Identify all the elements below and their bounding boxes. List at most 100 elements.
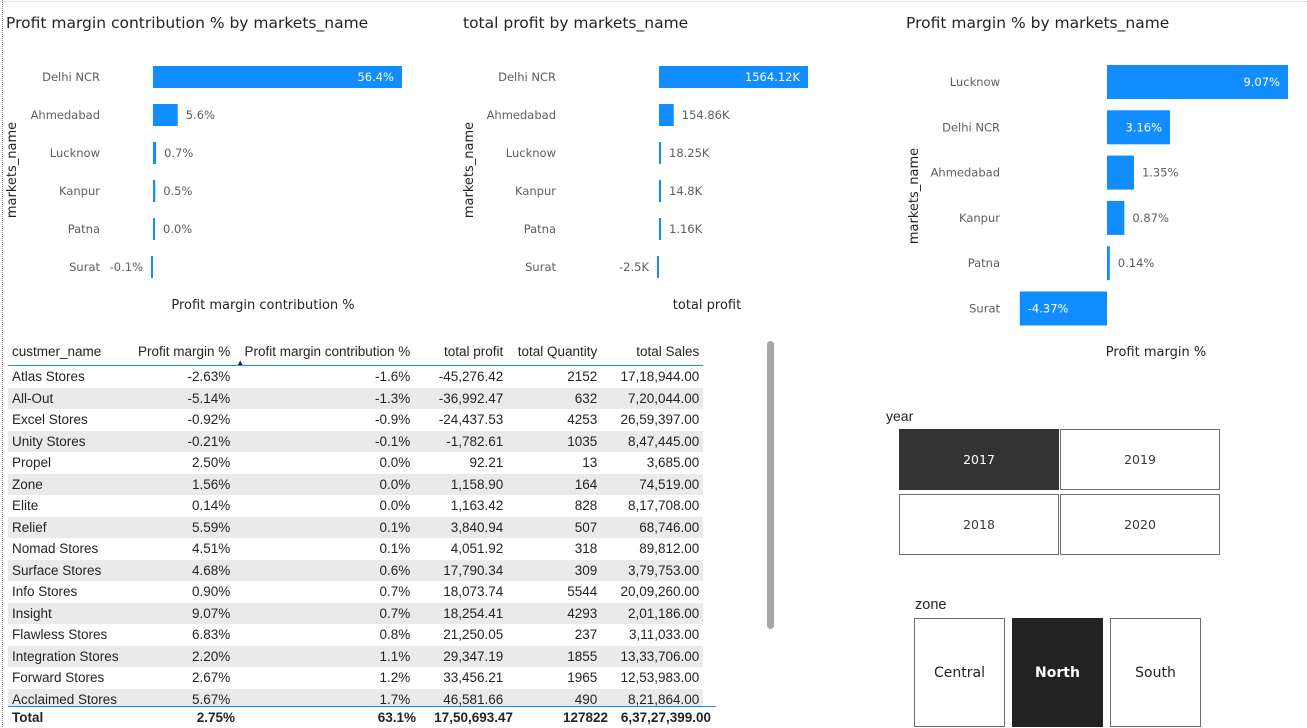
total-contribution: 63.1%	[377, 710, 416, 725]
bar	[659, 180, 661, 202]
table-row[interactable]: Propel 2.50% 0.0% 92.21 13 3,685.00	[8, 452, 703, 474]
column-header-total-profit[interactable]: total profit	[414, 338, 507, 366]
x-axis-title: Profit margin %	[1106, 345, 1206, 360]
column-header-customer[interactable]: custmer_name	[8, 338, 134, 366]
cell-customer: Atlas Stores	[12, 369, 85, 385]
category-label: Kanpur	[959, 211, 1000, 225]
year-option-2019[interactable]: 2019	[1060, 429, 1220, 490]
chart-profit-margin-contribution[interactable]: Profit margin contribution % by markets_…	[0, 0, 440, 320]
cell-contribution: -1.3%	[234, 387, 415, 409]
table-row[interactable]: Forward Stores 2.67% 1.2% 33,456.21 1965 12,5…	[8, 667, 703, 689]
cell-total-profit: 92.21	[469, 455, 504, 471]
table-row[interactable]: Atlas Stores -2.63% -1.6% -45,276.42 2152 17,…	[8, 366, 703, 388]
cell-customer: Excel Stores	[12, 412, 88, 428]
year-option-2020[interactable]: 2020	[1060, 494, 1220, 555]
data-label: -2.5K	[619, 260, 649, 274]
cell-total-sales: 68,746.00	[601, 516, 704, 538]
cell-contribution: 0.7%	[234, 602, 415, 624]
category-label: Patna	[68, 222, 100, 236]
customer-table[interactable]: custmer_name Profit margin % Profit marg…	[8, 338, 718, 727]
bar	[1107, 155, 1134, 190]
cell-total-sales: 26,59,397.00	[620, 412, 700, 428]
cell-total-sales: 17,18,944.00	[620, 369, 700, 385]
chart-profit-margin[interactable]: Profit margin % by markets_name Lucknow 9…	[900, 0, 1300, 370]
category-label: Surat	[69, 260, 100, 274]
cell-total-quantity: 309	[507, 559, 602, 581]
cell-customer: Nomad Stores	[12, 541, 99, 557]
total-quantity: 127822	[562, 710, 608, 725]
table-row[interactable]: Zone 1.56% 0.0% 1,158.90 164 74,519.00	[8, 473, 704, 495]
cell-contribution: 0.8%	[379, 627, 411, 643]
cell-customer: Zone	[8, 473, 134, 495]
cell-total-sales: 89,812.00	[639, 541, 700, 557]
category-label: Lucknow	[50, 146, 100, 160]
category-label: Patna	[524, 222, 556, 236]
table-row[interactable]: Surface Stores 4.68% 0.6% 17,790.34 309 3,79,…	[8, 559, 704, 581]
cell-profit-margin: 9.07%	[134, 602, 235, 624]
bar	[1107, 246, 1110, 281]
y-axis-title: markets_name	[5, 122, 20, 218]
bar	[659, 218, 661, 240]
data-label: 0.87%	[1132, 211, 1169, 225]
column-header-total-quantity[interactable]: total Quantity	[507, 338, 601, 366]
data-label: 1.16K	[669, 222, 703, 236]
year-option-2017[interactable]: 2017	[899, 429, 1059, 490]
cell-profit-margin: -5.14%	[134, 387, 235, 409]
cell-customer: Info Stores	[12, 584, 78, 600]
table-row[interactable]: Elite 0.14% 0.0% 1,163.42 828 8,17,708.00	[8, 495, 703, 517]
table-row[interactable]: Insight 9.07% 0.7% 18,254.41 4293 2,01,186.00	[8, 602, 704, 624]
year-slicer-title: year	[886, 408, 914, 424]
bar	[659, 104, 674, 126]
column-header-contribution[interactable]: Profit margin contribution % ▲	[234, 338, 414, 367]
table-row[interactable]: Nomad Stores 4.51% 0.1% 4,051.92 318 89,812.0…	[8, 538, 703, 560]
cell-profit-margin: 4.68%	[134, 559, 235, 581]
data-label: 0.14%	[1118, 256, 1155, 270]
cell-total-quantity: 5544	[567, 584, 598, 600]
table-row[interactable]: Integration Stores 2.20% 1.1% 29,347.19 1855…	[8, 645, 704, 667]
table-scrollbar[interactable]	[767, 341, 774, 629]
cell-profit-margin: 1.56%	[134, 473, 235, 495]
column-header-total-sales[interactable]: total Sales	[601, 338, 703, 366]
cell-total-sales: 74,519.00	[601, 473, 704, 495]
cell-contribution: 0.0%	[379, 455, 411, 471]
table-header-row: custmer_name Profit margin % Profit marg…	[8, 338, 704, 367]
category-label: Surat	[525, 260, 556, 274]
data-label: -4.37%	[1028, 302, 1069, 316]
data-label: 0.0%	[163, 222, 192, 236]
table-row[interactable]: Unity Stores -0.21% -0.1% -1,782.61 1035 8,47…	[8, 430, 704, 452]
bar	[1107, 200, 1125, 235]
cell-total-sales: 3,11,033.00	[628, 627, 700, 643]
cell-contribution: 1.1%	[234, 645, 415, 667]
zone-option-south[interactable]: South	[1110, 618, 1201, 727]
cell-total-quantity: 1965	[567, 670, 598, 686]
cell-total-profit: -24,437.53	[438, 412, 504, 428]
cell-total-profit: 17,790.34	[414, 559, 508, 581]
bar	[657, 256, 659, 278]
table-row[interactable]: Flawless Stores 6.83% 0.8% 21,250.05 237 3,11…	[8, 624, 703, 646]
data-label: 5.6%	[186, 108, 215, 122]
cell-profit-margin: 0.14%	[192, 498, 231, 514]
year-option-2018[interactable]: 2018	[899, 494, 1059, 555]
table-row[interactable]: Excel Stores -0.92% -0.9% -24,437.53 4253 26,…	[8, 409, 703, 431]
zone-option-central[interactable]: Central	[914, 618, 1005, 727]
cell-profit-margin: 2.67%	[192, 670, 231, 686]
table-row[interactable]: Info Stores 0.90% 0.7% 18,073.74 5544 20,09,2…	[8, 581, 703, 603]
category-label: Delhi NCR	[942, 120, 1000, 134]
cell-total-quantity: 507	[507, 516, 602, 538]
table-row[interactable]: All-Out -5.14% -1.3% -36,992.47 632 7,20,044.…	[8, 387, 704, 409]
cell-customer: Unity Stores	[8, 430, 134, 452]
column-header-profit-margin[interactable]: Profit margin %	[134, 338, 234, 366]
cell-total-quantity: 1855	[507, 645, 602, 667]
data-label: 154.86K	[682, 108, 730, 122]
cell-total-quantity: 237	[574, 627, 598, 643]
cell-contribution: 0.1%	[379, 541, 411, 557]
cell-contribution: -0.9%	[375, 412, 411, 428]
cell-customer: All-Out	[8, 387, 134, 409]
cell-contribution: 0.0%	[379, 498, 411, 514]
chart-total-profit[interactable]: total profit by markets_name Delhi NCR 15…	[455, 0, 895, 320]
zone-option-north[interactable]: North	[1012, 618, 1103, 727]
bar	[153, 180, 156, 202]
chart-svg: Lucknow 9.07% Delhi NCR 3.16% Ahmedabad 1.35%…	[907, 65, 1288, 360]
table-row[interactable]: Relief 5.59% 0.1% 3,840.94 507 68,746.00	[8, 516, 704, 538]
data-label: 1.35%	[1142, 166, 1179, 180]
